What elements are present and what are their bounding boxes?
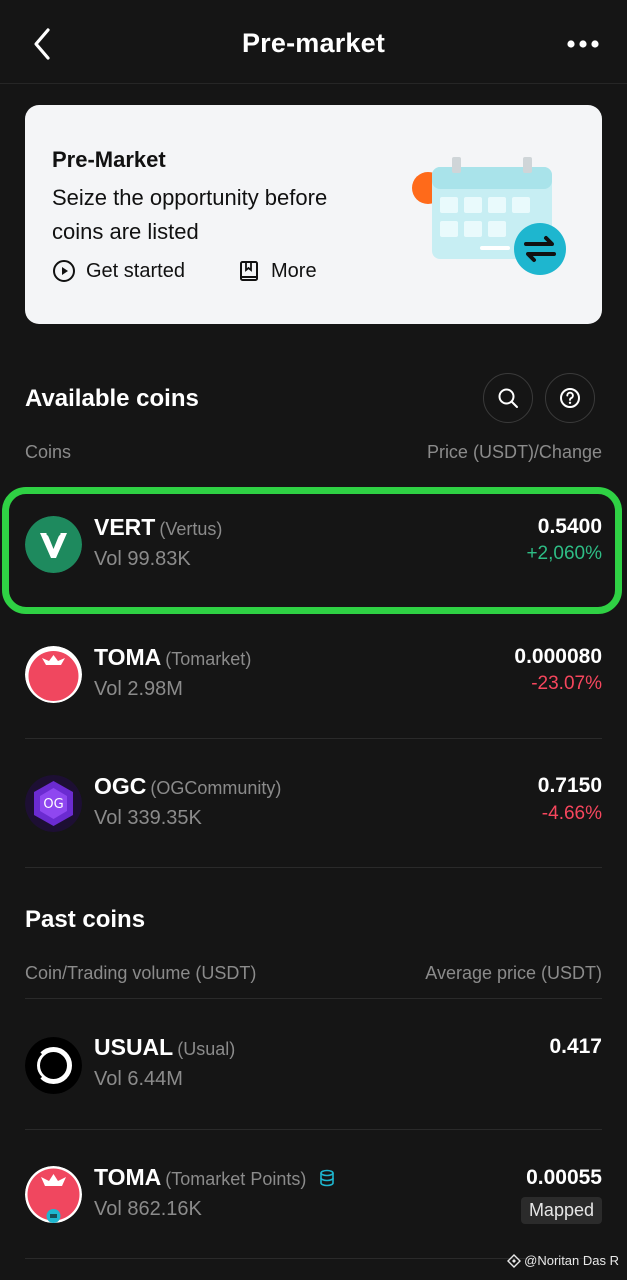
divider (25, 738, 602, 739)
calendar-illustration (412, 157, 566, 275)
get-started-label: Get started (86, 259, 185, 282)
coin-symbol: TOMA (Tomarket Points) (94, 1164, 335, 1191)
search-button[interactable] (483, 373, 533, 423)
coin-volume: Vol 6.44M (94, 1068, 183, 1090)
past-coins-title: Past coins (25, 906, 146, 933)
coin-row-usual[interactable]: USUAL (Usual) Vol 6.44M 0.417 (0, 1000, 627, 1128)
top-bar: Pre-market (0, 0, 627, 84)
coin-volume-column-header: Coin/Trading volume (USDT) (25, 963, 257, 983)
coin-price: 0.7150 (537, 774, 602, 797)
more-dots-icon (567, 40, 599, 48)
question-icon (560, 388, 580, 408)
ogcommunity-logo-icon: OG (25, 775, 82, 832)
coin-volume: Vol 2.98M (94, 678, 183, 700)
divider (25, 998, 602, 999)
help-button[interactable] (545, 373, 595, 423)
coin-change: -23.07% (531, 673, 602, 694)
search-icon (498, 388, 518, 408)
banner-title: Pre-Market (52, 147, 166, 172)
coin-stack-icon (319, 1169, 334, 1187)
coin-average-price: 0.00055 (526, 1166, 602, 1189)
coin-row-toma[interactable]: TOMA (Tomarket) Vol 2.98M 0.000080 -23.07… (0, 610, 627, 738)
coin-row-toma-points[interactable]: TOMA (Tomarket Points) Vol 862.16K 0.0005… (0, 1131, 627, 1259)
divider (25, 867, 602, 868)
coin-price: 0.5400 (537, 515, 602, 538)
more-label: More (271, 259, 317, 282)
coin-change: -4.66% (541, 803, 602, 824)
coin-volume: Vol 862.16K (94, 1198, 202, 1220)
available-coins-title: Available coins (25, 385, 199, 412)
coin-symbol: OGC (OGCommunity) (94, 773, 282, 799)
play-circle-icon (53, 260, 75, 282)
coin-average-price: 0.417 (549, 1035, 602, 1058)
coin-symbol: TOMA (Tomarket) (94, 644, 252, 670)
average-price-column-header: Average price (USDT) (425, 963, 602, 983)
coin-change: +2,060% (526, 543, 602, 564)
binance-diamond-icon (507, 1253, 522, 1268)
coin-volume: Vol 339.35K (94, 807, 202, 829)
get-started-link[interactable]: Get started (52, 259, 185, 283)
watermark: @Noritan Das R (507, 1253, 619, 1268)
coin-row-vert[interactable]: VERT (Vertus) Vol 99.83K 0.5400 +2,060% (0, 478, 627, 606)
book-icon (240, 261, 258, 281)
more-link[interactable]: More (237, 259, 317, 283)
tomarket-points-logo-icon (25, 1166, 82, 1223)
more-options-button[interactable] (565, 30, 601, 58)
coin-symbol: VERT (Vertus) (94, 514, 223, 540)
vertus-logo-icon (25, 516, 82, 573)
usual-logo-icon (25, 1037, 82, 1094)
mapped-badge: Mapped (520, 1197, 602, 1224)
coin-name: (Usual) (177, 1039, 236, 1059)
coin-price: 0.000080 (514, 645, 602, 668)
coin-name: (OGCommunity) (150, 778, 282, 798)
svg-text:OG: OG (43, 797, 63, 812)
coins-column-header: Coins (25, 442, 72, 462)
divider (25, 1129, 602, 1130)
banner-description: Seize the opportunity before coins are l… (52, 185, 328, 244)
coin-row-ogc[interactable]: OG OGC (OGCommunity) Vol 339.35K 0.7150 -… (0, 740, 627, 868)
coin-volume: Vol 99.83K (94, 548, 191, 570)
tomarket-logo-icon (25, 646, 82, 703)
pre-market-banner: Pre-Market Seize the opportunity before … (25, 105, 602, 324)
price-change-column-header: Price (USDT)/Change (426, 442, 602, 462)
coin-name: (Tomarket Points) (165, 1169, 307, 1189)
page-title: Pre-market (241, 28, 386, 58)
coin-symbol: USUAL (Usual) (94, 1034, 236, 1060)
watermark-text: @Noritan Das R (524, 1253, 619, 1268)
coin-name: (Vertus) (159, 519, 223, 539)
coin-name: (Tomarket) (165, 649, 252, 669)
